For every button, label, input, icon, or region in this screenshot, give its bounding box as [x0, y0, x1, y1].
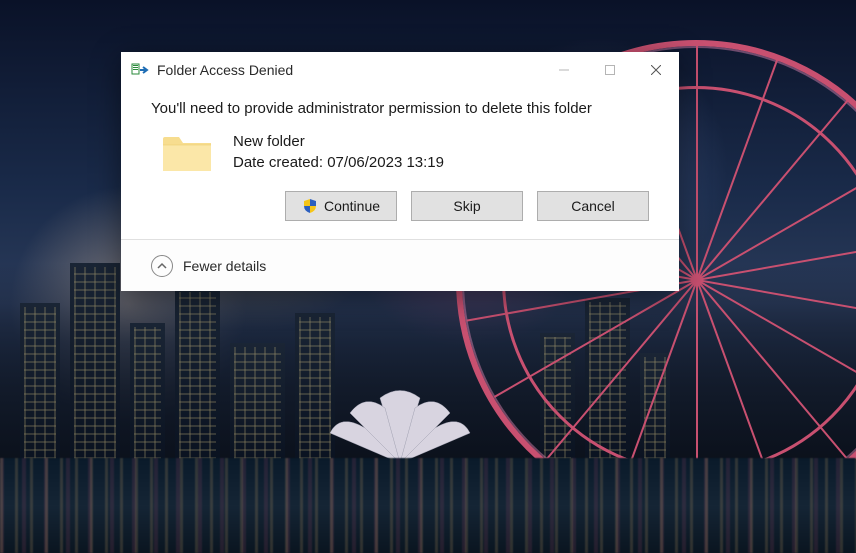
cancel-button-label: Cancel [571, 198, 615, 214]
minimize-button[interactable] [541, 52, 587, 88]
close-button[interactable] [633, 52, 679, 88]
wallpaper-water-reflection [0, 458, 856, 553]
continue-button[interactable]: Continue [285, 191, 397, 221]
dialog-title: Folder Access Denied [157, 62, 293, 78]
chevron-up-icon [151, 255, 173, 277]
folder-icon [161, 131, 213, 173]
fewer-details-toggle[interactable]: Fewer details [151, 255, 266, 277]
maximize-button[interactable] [587, 52, 633, 88]
window-controls [541, 52, 679, 88]
action-buttons: Continue Skip Cancel [151, 191, 649, 221]
target-item-row: New folder Date created: 07/06/2023 13:1… [161, 131, 649, 173]
target-item-meta: Date created: 07/06/2023 13:19 [233, 152, 444, 173]
uac-shield-icon [302, 198, 318, 214]
file-operation-icon [131, 62, 149, 78]
cancel-button[interactable]: Cancel [537, 191, 649, 221]
dialog-body: You'll need to provide administrator per… [121, 88, 679, 240]
dialog-titlebar[interactable]: Folder Access Denied [121, 52, 679, 88]
skip-button-label: Skip [453, 198, 480, 214]
permission-message: You'll need to provide administrator per… [151, 100, 649, 117]
skip-button[interactable]: Skip [411, 191, 523, 221]
dialog-footer: Fewer details [121, 240, 679, 291]
target-item-info: New folder Date created: 07/06/2023 13:1… [233, 131, 444, 173]
target-item-name: New folder [233, 131, 444, 152]
wallpaper-lotus-structure [320, 378, 480, 468]
continue-button-label: Continue [324, 198, 380, 214]
folder-access-denied-dialog: Folder Access Denied You'll need to prov… [121, 52, 679, 291]
fewer-details-label: Fewer details [183, 258, 266, 274]
